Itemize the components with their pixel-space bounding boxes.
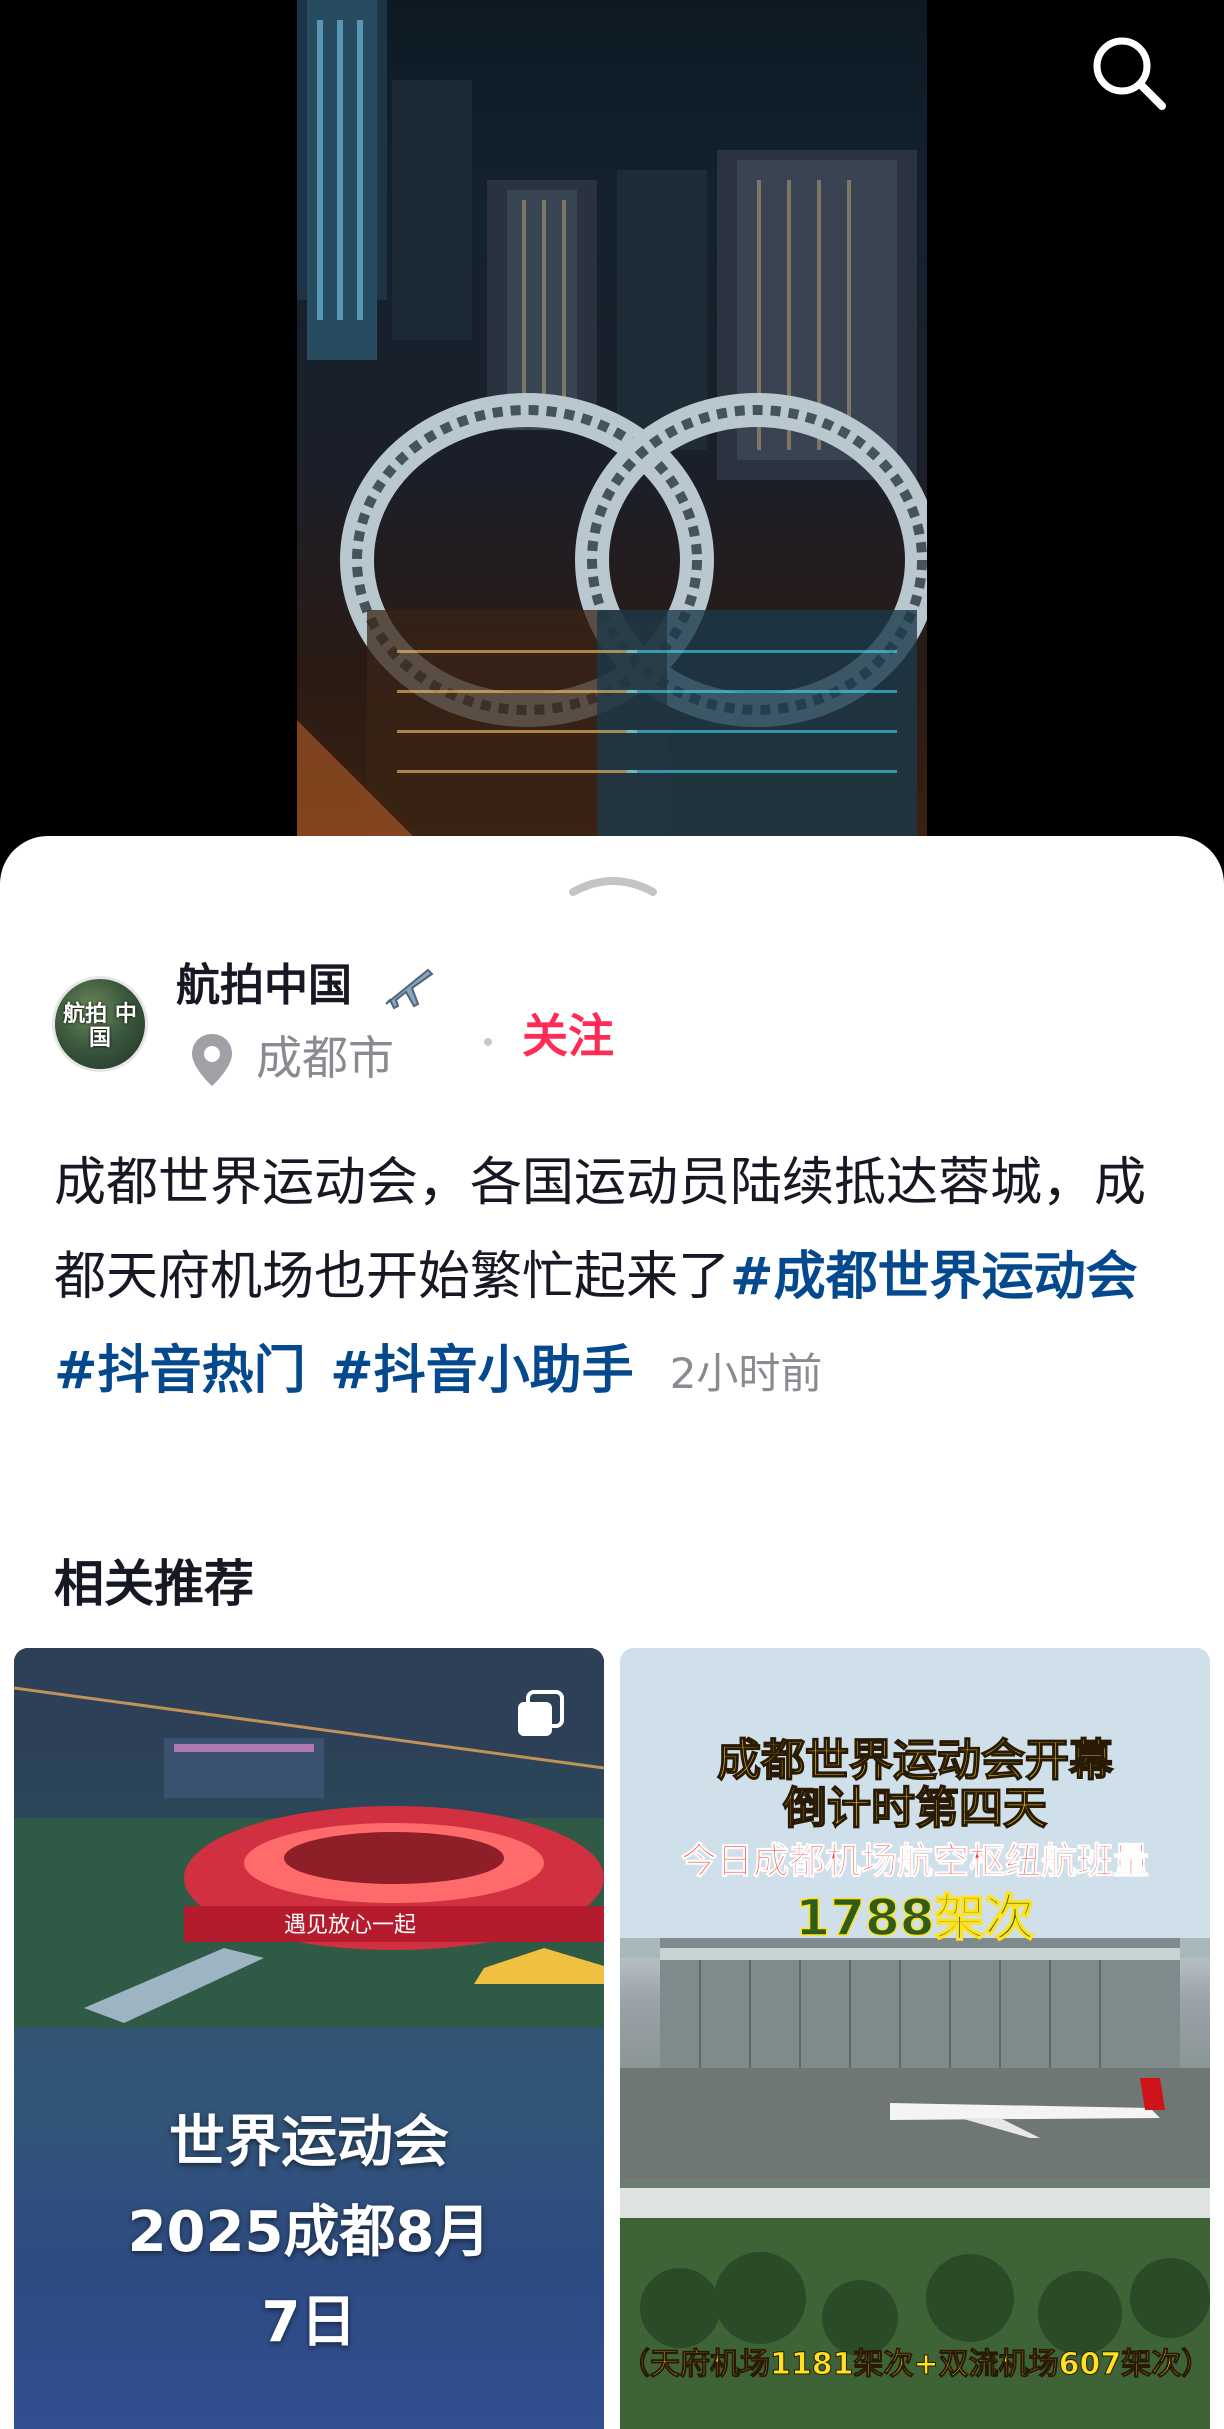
card-caption: 世界运动会 2025成都8月 7日 xyxy=(14,2098,604,2368)
caption-line: 世界运动会 xyxy=(169,2110,449,2175)
location-pin-icon xyxy=(190,1032,234,1088)
caption-line: 7日 xyxy=(261,2290,357,2355)
related-title: 相关推荐 xyxy=(54,1555,254,1613)
card-headline: 成都世界运动会开幕 xyxy=(716,1735,1114,1786)
multi-image-icon xyxy=(514,1688,566,1740)
card-count: 1788架次 xyxy=(795,1889,1036,1947)
card-headline: 倒计时第四天 xyxy=(782,1783,1048,1834)
search-icon[interactable] xyxy=(1084,28,1174,118)
location-label[interactable]: 成都市 xyxy=(256,1028,394,1088)
recommendation-card[interactable]: 遇见放心一起 世界运动会 2025成都8月 7日 xyxy=(14,1648,604,2429)
avatar[interactable]: 航拍 中国 xyxy=(52,976,148,1072)
avatar-label: 航拍 中国 xyxy=(63,1002,137,1051)
author-name[interactable]: 航拍中国 xyxy=(176,958,352,1014)
city-night-image xyxy=(297,0,927,840)
stadium-banner: 遇见放心一起 xyxy=(284,1913,416,1938)
caption-line: 2025成都8月 xyxy=(127,2200,491,2265)
airplane-icon xyxy=(382,964,434,1010)
post-detail-sheet: 航拍 中国 航拍中国 成都市 关注 成都世界运动会，各国运动员陆续抵达蓉城，成都… xyxy=(0,836,1224,2429)
card-footer: （天府机场1181架次+双流机场607架次） xyxy=(620,2347,1210,2382)
hashtag-link[interactable]: #成都世界运动会 xyxy=(730,1247,1138,1307)
chevron-up-icon[interactable] xyxy=(565,866,661,900)
post-time: 2小时前 xyxy=(669,1349,823,1398)
card-subhead: 今日成都机场航空枢纽航班量 xyxy=(680,1841,1149,1882)
hashtag-link[interactable]: #抖音热门 xyxy=(54,1341,306,1401)
post-description: 成都世界运动会，各国运动员陆续抵达蓉城，成都天府机场也开始繁忙起来了#成都世界运… xyxy=(54,1136,1174,1421)
separator-dot xyxy=(484,1038,492,1046)
video-player[interactable] xyxy=(0,0,1224,880)
follow-button[interactable]: 关注 xyxy=(522,1008,614,1064)
video-frame[interactable] xyxy=(297,0,927,840)
hashtag-link[interactable]: #抖音小助手 xyxy=(330,1341,634,1401)
recommendation-card[interactable]: 成都世界运动会开幕 倒计时第四天 今日成都机场航空枢纽航班量 1788架次 （天… xyxy=(620,1648,1210,2429)
author-info: 航拍 中国 航拍中国 成都市 关注 xyxy=(52,958,1172,1088)
